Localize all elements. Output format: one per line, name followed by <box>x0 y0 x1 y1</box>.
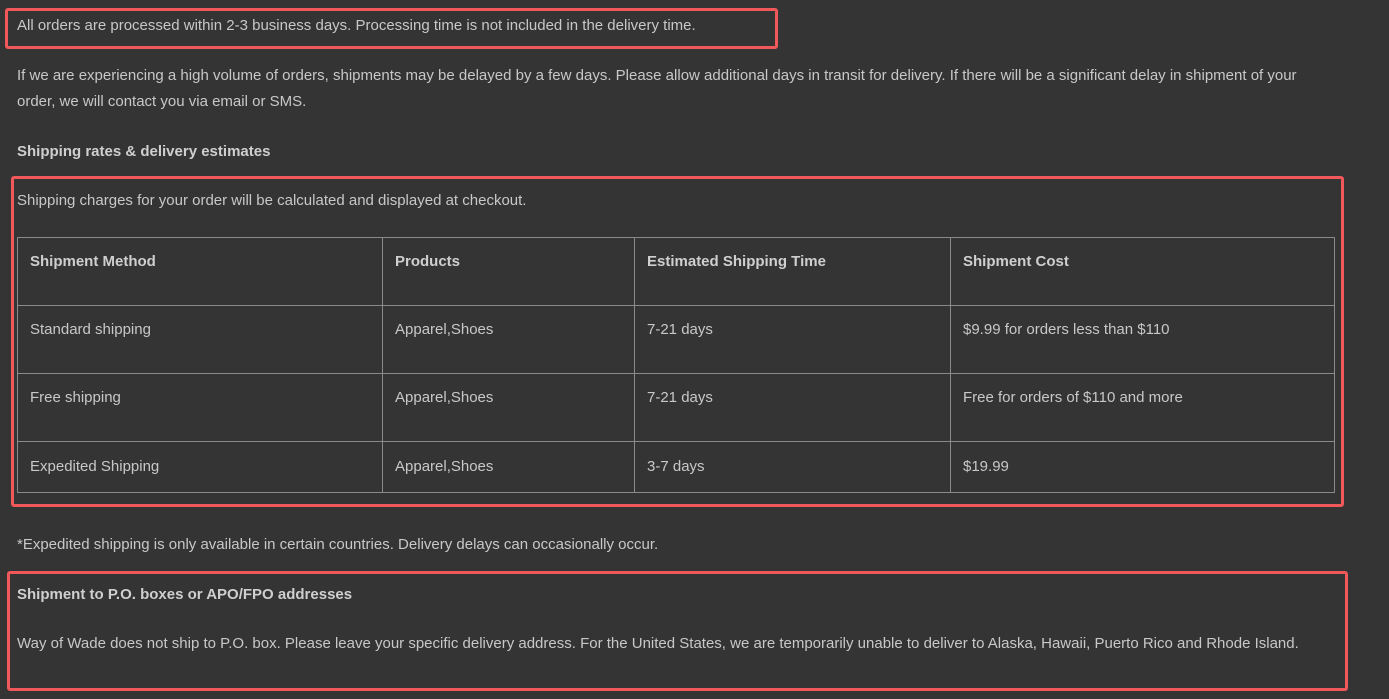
cell-method: Expedited Shipping <box>17 441 383 493</box>
cell-time: 3-7 days <box>634 441 951 493</box>
header-products: Products <box>382 237 635 306</box>
delay-note: If we are experiencing a high volume of … <box>17 67 1297 110</box>
cell-cost: Free for orders of $110 and more <box>950 373 1335 442</box>
table-row: Free shipping Apparel,Shoes 7-21 days Fr… <box>17 373 1335 442</box>
processing-note: All orders are processed within 2-3 busi… <box>17 17 696 34</box>
table-row: Expedited Shipping Apparel,Shoes 3-7 day… <box>17 441 1335 493</box>
shipping-rates-table: Shipment Method Products Estimated Shipp… <box>17 237 1335 493</box>
cell-cost: $19.99 <box>950 441 1335 493</box>
header-shipment-method: Shipment Method <box>17 237 383 306</box>
po-note: Way of Wade does not ship to P.O. box. P… <box>17 635 1299 652</box>
table-header-row: Shipment Method Products Estimated Shipp… <box>17 237 1335 306</box>
cell-time: 7-21 days <box>634 373 951 442</box>
table-row: Standard shipping Apparel,Shoes 7-21 day… <box>17 305 1335 374</box>
charges-note: Shipping charges for your order will be … <box>17 192 527 209</box>
rates-heading: Shipping rates & delivery estimates <box>17 143 271 160</box>
cell-method: Free shipping <box>17 373 383 442</box>
header-estimated-shipping-time: Estimated Shipping Time <box>634 237 951 306</box>
cell-time: 7-21 days <box>634 305 951 374</box>
cell-products: Apparel,Shoes <box>382 441 635 493</box>
cell-products: Apparel,Shoes <box>382 373 635 442</box>
cell-cost: $9.99 for orders less than $110 <box>950 305 1335 374</box>
cell-method: Standard shipping <box>17 305 383 374</box>
cell-products: Apparel,Shoes <box>382 305 635 374</box>
header-shipment-cost: Shipment Cost <box>950 237 1335 306</box>
po-heading: Shipment to P.O. boxes or APO/FPO addres… <box>17 586 353 603</box>
expedited-note: *Expedited shipping is only available in… <box>17 536 659 553</box>
shipping-policy-page: All orders are processed within 2-3 busi… <box>0 0 1389 699</box>
